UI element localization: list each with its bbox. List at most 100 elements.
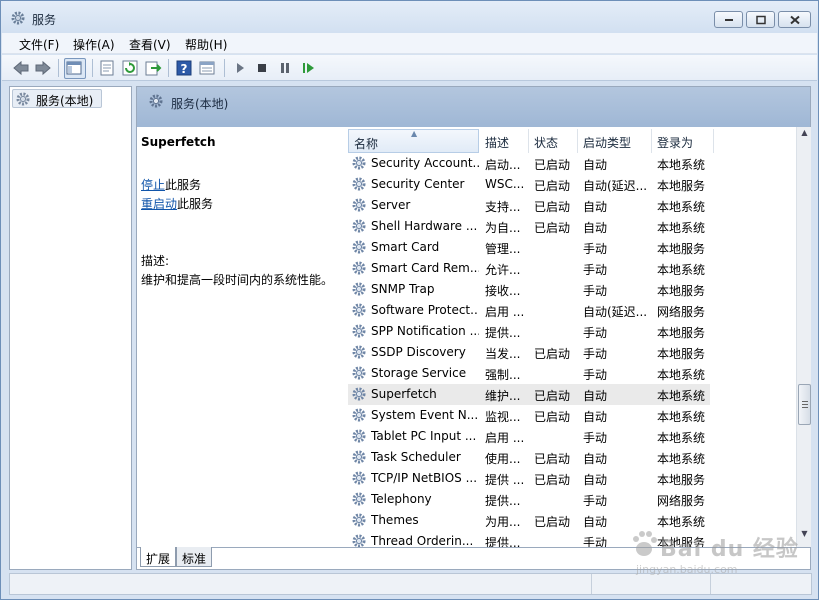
tree-node-services-local[interactable]: 服务(本地): [12, 89, 102, 108]
menu-view[interactable]: 查看(V): [129, 36, 171, 53]
service-name-cell: Shell Hardware ...: [371, 219, 478, 233]
gear-icon: [351, 197, 367, 213]
refresh-icon[interactable]: [121, 59, 139, 77]
table-row[interactable]: SPP Notification ... 提供... 手动 本地服务: [348, 321, 710, 342]
column-startup-type[interactable]: 启动类型: [578, 129, 652, 153]
gear-icon: [351, 260, 367, 276]
table-row[interactable]: Tablet PC Input ... 启用 ... 手动 本地系统: [348, 426, 710, 447]
table-row[interactable]: System Event N... 监视... 已启动 自动 本地系统: [348, 405, 710, 426]
restart-service-link[interactable]: 重启动: [141, 197, 177, 211]
gear-icon: [351, 281, 367, 297]
grip-line: [802, 407, 808, 408]
service-desc-cell: 使用...: [485, 452, 521, 466]
stop-action: 停止此服务: [141, 176, 201, 193]
service-name-cell: SSDP Discovery: [371, 345, 466, 359]
gear-icon: [10, 10, 26, 26]
service-logon-cell: 本地系统: [657, 263, 706, 277]
maximize-button[interactable]: [746, 11, 775, 28]
scroll-up-icon[interactable]: ▲: [799, 128, 810, 143]
column-description[interactable]: 描述: [480, 129, 529, 153]
table-row[interactable]: Task Scheduler 使用... 已启动 自动 本地系统: [348, 447, 710, 468]
table-row[interactable]: Smart Card 管理... 手动 本地服务: [348, 237, 710, 258]
service-logon-cell: 本地系统: [657, 158, 706, 172]
table-row[interactable]: Software Protect... 启用 ... 自动(延迟... 网络服务: [348, 300, 710, 321]
menu-bar: 文件(F) 操作(A) 查看(V) 帮助(H): [2, 33, 817, 54]
back-icon[interactable]: [12, 59, 30, 77]
play-icon[interactable]: [231, 59, 249, 77]
service-status-cell: 已启动: [534, 347, 571, 361]
service-logon-cell: 本地系统: [657, 410, 706, 424]
close-button[interactable]: [778, 11, 811, 28]
svg-text:?: ?: [181, 62, 188, 76]
table-row[interactable]: TCP/IP NetBIOS ... 提供 ... 已启动 自动 本地服务: [348, 468, 710, 489]
tab-extended[interactable]: 扩展: [140, 547, 176, 567]
gear-icon: [351, 512, 367, 528]
help-icon[interactable]: ?: [175, 59, 193, 77]
grip-line: [802, 404, 808, 405]
service-name-cell: System Event N...: [371, 408, 479, 422]
column-status[interactable]: 状态: [529, 129, 578, 153]
column-name[interactable]: ▲ 名称: [348, 129, 479, 153]
service-status-cell: 已启动: [534, 200, 571, 214]
tab-standard[interactable]: 标准: [176, 547, 212, 567]
service-name-cell: Smart Card Rem...: [371, 261, 479, 275]
vertical-scrollbar[interactable]: ▲ ▼: [796, 127, 811, 547]
toolbar-separator: [168, 59, 169, 77]
console-tree-icon[interactable]: [64, 58, 86, 79]
toolbar: ?: [2, 55, 817, 81]
table-row[interactable]: Shell Hardware ... 为自... 已启动 自动 本地系统: [348, 216, 710, 237]
menu-help[interactable]: 帮助(H): [185, 36, 227, 53]
stop-icon[interactable]: [253, 59, 271, 77]
service-logon-cell: 本地系统: [657, 431, 706, 445]
service-startup-cell: 自动(延迟...: [583, 305, 648, 319]
service-name-cell: SPP Notification ...: [371, 324, 479, 338]
service-status-cell: 已启动: [534, 515, 571, 529]
export-icon[interactable]: [144, 59, 162, 77]
table-row[interactable]: Security Center WSC... 已启动 自动(延迟... 本地服务: [348, 174, 710, 195]
gear-icon: [351, 407, 367, 423]
watermark-url: jingyan.baidu.com: [636, 563, 738, 576]
gear-icon: [351, 302, 367, 318]
table-row[interactable]: SSDP Discovery 当发... 已启动 手动 本地服务: [348, 342, 710, 363]
minimize-button[interactable]: [714, 11, 743, 28]
title-bar[interactable]: 服务: [1, 1, 818, 33]
view-icon[interactable]: [198, 59, 216, 77]
service-logon-cell: 本地服务: [657, 347, 706, 361]
service-name-cell: Superfetch: [371, 387, 437, 401]
table-row[interactable]: Smart Card Rem... 允许... 手动 本地系统: [348, 258, 710, 279]
description-text: 维护和提高一段时间内的系统性能。: [141, 273, 334, 287]
table-row[interactable]: Server 支持... 已启动 自动 本地系统: [348, 195, 710, 216]
baidu-watermark: Bai du 经验 jingyan.baidu.com: [626, 523, 806, 583]
table-row[interactable]: Security Account... 启动... 已启动 自动 本地系统: [348, 153, 710, 174]
service-name-cell: Storage Service: [371, 366, 467, 380]
service-startup-cell: 手动: [583, 242, 608, 256]
forward-icon[interactable]: [34, 59, 52, 77]
column-logon-as[interactable]: 登录为: [652, 129, 714, 153]
gear-icon: [351, 323, 367, 339]
properties-icon[interactable]: [98, 59, 116, 77]
service-desc-cell: 提供...: [485, 536, 521, 547]
menu-action[interactable]: 操作(A): [73, 36, 115, 53]
paw-icon: [633, 531, 657, 556]
service-status-cell: 已启动: [534, 158, 571, 172]
menu-file[interactable]: 文件(F): [19, 36, 59, 53]
table-row[interactable]: Telephony 提供... 手动 网络服务: [348, 489, 710, 510]
stop-service-link[interactable]: 停止: [141, 178, 165, 192]
service-logon-cell: 本地系统: [657, 452, 706, 466]
service-startup-cell: 自动: [583, 221, 608, 235]
table-row[interactable]: Storage Service 强制... 手动 本地系统: [348, 363, 710, 384]
service-desc-cell: 启动...: [485, 158, 521, 172]
table-row[interactable]: Superfetch 维护... 已启动 自动 本地系统: [348, 384, 710, 405]
service-status-cell: 已启动: [534, 473, 571, 487]
selected-service-name: Superfetch: [141, 135, 216, 149]
column-header: ▲ 名称 描述 状态 启动类型 登录为: [348, 129, 796, 153]
gear-icon: [351, 428, 367, 444]
scroll-thumb[interactable]: [798, 384, 811, 425]
resume-icon[interactable]: [299, 59, 317, 77]
service-desc-cell: 提供 ...: [485, 473, 525, 487]
watermark-text: Bai du 经验: [660, 537, 799, 562]
service-logon-cell: 本地服务: [657, 473, 706, 487]
service-desc-cell: 为用...: [485, 515, 521, 529]
pause-icon[interactable]: [276, 59, 294, 77]
table-row[interactable]: SNMP Trap 接收... 手动 本地服务: [348, 279, 710, 300]
